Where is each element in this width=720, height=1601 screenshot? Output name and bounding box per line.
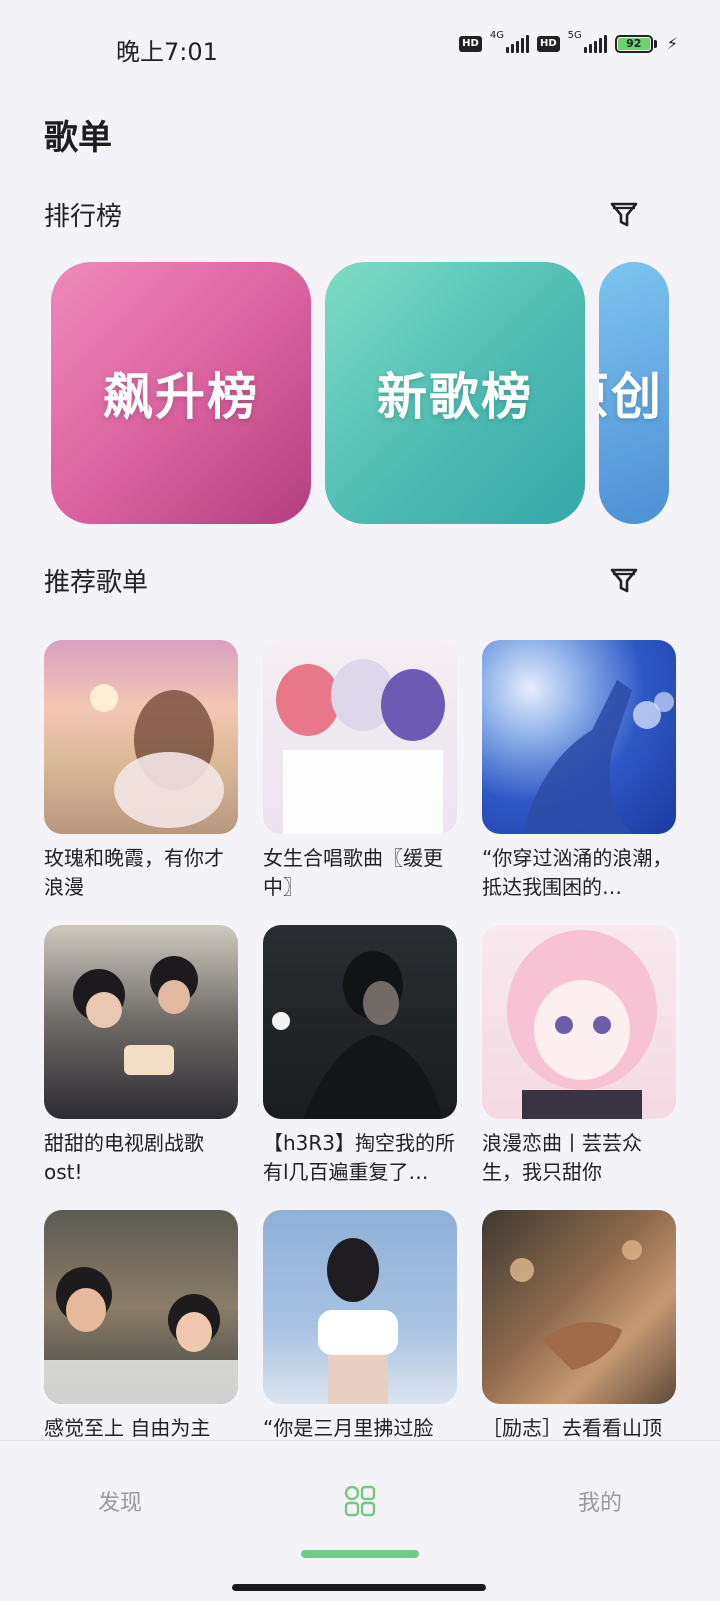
playlist-item[interactable]: 玫瑰和晚霞，有你才浪漫 xyxy=(44,640,238,902)
playlist-item[interactable]: 感觉至上 自由为主 xyxy=(44,1210,238,1472)
playlist-cover xyxy=(263,925,457,1119)
rankings-row: 飙升榜 新歌榜 原创 xyxy=(0,262,720,524)
ranking-card-soaring[interactable]: 飙升榜 xyxy=(51,262,311,524)
nav-active-indicator xyxy=(301,1550,419,1558)
nav-mine[interactable]: 我的 xyxy=(578,1485,622,1517)
nav-discover[interactable]: 发现 xyxy=(98,1485,142,1517)
battery-icon: 92 xyxy=(614,34,657,53)
filter-icon-2[interactable] xyxy=(607,563,641,597)
recommended-title: 推荐歌单 xyxy=(44,568,149,598)
playlist-cover xyxy=(263,1210,457,1404)
playlist-cover xyxy=(263,640,457,834)
hd-badge-2: HD xyxy=(536,35,560,52)
hd-badge: HD xyxy=(459,35,482,52)
status-bar: 晚上7:01 HD 4G HD 5G 92 ⚡ xyxy=(0,0,720,96)
status-time: 晚上7:01 xyxy=(116,38,218,66)
charging-icon: ⚡ xyxy=(666,34,678,53)
signal-icon xyxy=(505,34,529,53)
playlist-item[interactable]: 浪漫恋曲丨芸芸众生，我只甜你 xyxy=(482,925,676,1187)
network-4g-label: 4G xyxy=(489,30,504,41)
battery-level: 92 xyxy=(617,37,650,50)
playlist-title: 甜甜的电视剧战歌ost! xyxy=(44,1131,204,1184)
ranking-card-original[interactable]: 原创 xyxy=(599,262,669,524)
playlist-title: 玫瑰和晚霞，有你才浪漫 xyxy=(44,846,224,899)
playlist-item[interactable]: ［励志］去看看山顶 xyxy=(482,1210,676,1472)
playlist-cover xyxy=(482,925,676,1119)
page-title: 歌单 xyxy=(44,118,112,158)
playlist-item[interactable]: “你穿过汹涌的浪潮，抵达我围困的… xyxy=(482,640,676,902)
status-icons: HD 4G HD 5G 92 ⚡ xyxy=(459,30,678,53)
playlist-title: 【h3R3】掏空我的所有l几百遍重复了… xyxy=(263,1131,456,1184)
rankings-title: 排行榜 xyxy=(44,202,123,232)
playlist-cover xyxy=(44,925,238,1119)
playlist-item[interactable]: 女生合唱歌曲〖缓更中〗 xyxy=(263,640,457,902)
playlist-title: “你穿过汹涌的浪潮，抵达我围困的… xyxy=(482,846,673,899)
playlist-cover xyxy=(44,1210,238,1404)
playlist-item[interactable]: “你是三月里拂过脸 xyxy=(263,1210,457,1472)
bottom-nav: 发现 我的 xyxy=(0,1440,720,1601)
playlist-cover xyxy=(44,640,238,834)
signal-icon-2 xyxy=(583,34,607,53)
network-5g-label: 5G xyxy=(567,30,582,41)
playlist-item[interactable]: 【h3R3】掏空我的所有l几百遍重复了… xyxy=(263,925,457,1187)
playlist-grid-icon[interactable] xyxy=(344,1485,376,1517)
playlist-title: 浪漫恋曲丨芸芸众生，我只甜你 xyxy=(482,1131,642,1184)
playlist-cover xyxy=(482,640,676,834)
home-indicator[interactable] xyxy=(232,1584,486,1591)
ranking-card-new-songs[interactable]: 新歌榜 xyxy=(325,262,585,524)
playlist-title: 女生合唱歌曲〖缓更中〗 xyxy=(263,846,443,899)
filter-icon[interactable] xyxy=(607,197,641,231)
playlist-item[interactable]: 甜甜的电视剧战歌ost! xyxy=(44,925,238,1187)
playlist-cover xyxy=(482,1210,676,1404)
